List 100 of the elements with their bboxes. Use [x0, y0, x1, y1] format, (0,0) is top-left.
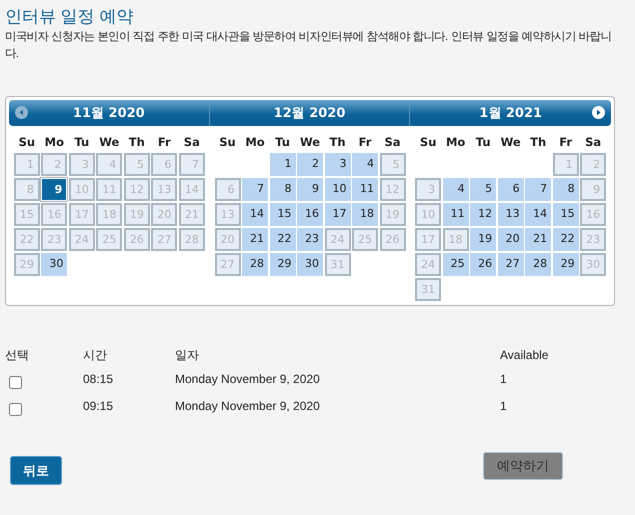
- calendar-day[interactable]: 25: [442, 253, 469, 276]
- calendar-day: 6: [214, 178, 240, 201]
- calendar-day: 24: [324, 228, 350, 251]
- weekday-label: Su: [218, 134, 237, 151]
- weekday-label: Tu: [274, 134, 291, 151]
- calendar-day[interactable]: 21: [525, 228, 552, 251]
- calendar-day: 1: [14, 153, 40, 176]
- weekday-label: Fr: [156, 134, 172, 151]
- calendar-day[interactable]: 5: [470, 178, 496, 201]
- calendar-day: 17: [68, 203, 95, 226]
- weekday-label: Tu: [474, 134, 492, 151]
- month-title: 1월 2021: [479, 105, 542, 122]
- calendar-day[interactable]: 11: [442, 203, 469, 226]
- calendar-day[interactable]: 7: [242, 178, 268, 201]
- calendar-day: 16: [580, 203, 606, 226]
- intro-text: 미국비자 신청자는 본인이 직접 주한 미국 대사관을 방문하여 비자인터뷰에 참석해야 합니다. 인터뷰 일정을 예약하시기 바랍니다.: [5, 30, 612, 62]
- weekday-label: Th: [128, 134, 146, 151]
- calendar-day[interactable]: 14: [242, 203, 268, 226]
- calendar-day: 24: [415, 253, 442, 276]
- weekday-label: Mo: [244, 134, 266, 151]
- calendar-day[interactable]: 9: [297, 178, 323, 201]
- calendar-day[interactable]: 17: [324, 203, 350, 226]
- calendar-day[interactable]: 12: [470, 203, 496, 226]
- calendar-day[interactable]: 6: [498, 178, 524, 201]
- calendar-day[interactable]: 13: [498, 203, 524, 226]
- select-checkbox[interactable]: [9, 403, 22, 416]
- calendar-day[interactable]: 9: [41, 178, 68, 201]
- calendar-day: 19: [124, 203, 150, 226]
- calendar-day: 9: [580, 178, 606, 201]
- calendar-day[interactable]: 30: [297, 253, 323, 276]
- column-header: Available: [500, 347, 550, 364]
- calendar-day[interactable]: 15: [552, 203, 579, 226]
- calendar-day: 13: [214, 203, 240, 226]
- calendar-day[interactable]: 29: [552, 253, 579, 276]
- back-button[interactable]: 뒤로: [10, 456, 62, 485]
- calendar-day[interactable]: 22: [270, 228, 296, 251]
- weekday-label: Mo: [44, 134, 65, 151]
- column-header: 일자: [175, 347, 200, 364]
- column-header: 시간: [83, 347, 108, 364]
- calendar-day: 5: [380, 153, 406, 176]
- weekday-label: Su: [18, 134, 36, 151]
- previous-month-icon[interactable]: [15, 106, 28, 119]
- calendar-day: 29: [14, 253, 40, 276]
- calendar-day: 25: [96, 228, 122, 251]
- calendar-day: 19: [380, 203, 406, 226]
- calendar-day: 10: [415, 203, 442, 226]
- month-title: 11월 2020: [72, 105, 145, 122]
- calendar-day[interactable]: 8: [552, 178, 579, 201]
- calendar-day: 12: [380, 178, 406, 201]
- calendar-day[interactable]: 4: [442, 178, 469, 201]
- calendar-day[interactable]: 23: [297, 228, 323, 251]
- calendar-day[interactable]: 2: [297, 153, 323, 176]
- calendar-day: 27: [214, 253, 240, 276]
- calendar-day[interactable]: 28: [242, 253, 268, 276]
- weekday-label: Sa: [182, 134, 201, 151]
- calendar-day[interactable]: 22: [552, 228, 579, 251]
- calendar-day[interactable]: 15: [270, 203, 296, 226]
- calendar-day: 25: [352, 228, 378, 251]
- calendar-day: 6: [151, 153, 178, 176]
- calendar-day: 31: [415, 278, 442, 301]
- calendar-day: 22: [14, 228, 40, 251]
- calendar-day[interactable]: 3: [324, 153, 350, 176]
- calendar-day[interactable]: 28: [525, 253, 552, 276]
- calendar-day[interactable]: 7: [525, 178, 552, 201]
- calendar-day[interactable]: 1: [270, 153, 296, 176]
- calendar-day: 16: [41, 203, 68, 226]
- next-month-icon[interactable]: [592, 106, 606, 119]
- calendar-day[interactable]: 19: [470, 228, 496, 251]
- calendar-day: 30: [580, 253, 606, 276]
- calendar-day[interactable]: 14: [525, 203, 552, 226]
- calendar-day: 28: [178, 228, 205, 251]
- calendar-day[interactable]: 20: [498, 228, 524, 251]
- calendar-day[interactable]: 16: [297, 203, 323, 226]
- calendar-day: 26: [124, 228, 150, 251]
- calendar-day[interactable]: 21: [242, 228, 268, 251]
- calendar-day[interactable]: 29: [270, 253, 296, 276]
- select-checkbox[interactable]: [9, 376, 22, 389]
- calendar-day[interactable]: 18: [352, 203, 378, 226]
- calendar-day: 10: [68, 178, 95, 201]
- weekday-label: Fr: [558, 134, 574, 151]
- month-title: 12월 2020: [274, 105, 346, 122]
- calendar-day: 3: [415, 178, 442, 201]
- calendar-day: 13: [151, 178, 178, 201]
- date-cell-text: Monday November 9, 2020: [175, 371, 320, 388]
- calendar-day[interactable]: 10: [324, 178, 350, 201]
- calendar-day[interactable]: 27: [498, 253, 524, 276]
- available-cell-text: 1: [500, 371, 507, 388]
- calendar-day: 23: [580, 228, 606, 251]
- calendar-day: 3: [68, 153, 95, 176]
- weekday-label: Fr: [358, 134, 372, 151]
- calendar-day[interactable]: 4: [352, 153, 378, 176]
- time-cell-text: 09:15: [83, 398, 114, 415]
- calendar-day[interactable]: 26: [470, 253, 496, 276]
- calendar-day[interactable]: 11: [352, 178, 378, 201]
- calendar-day: 12: [124, 178, 150, 201]
- weekday-label: We: [500, 134, 522, 151]
- calendar-day: 23: [41, 228, 68, 251]
- calendar-day[interactable]: 8: [270, 178, 296, 201]
- weekday-label: Sa: [584, 134, 602, 151]
- calendar-day[interactable]: 30: [41, 253, 68, 276]
